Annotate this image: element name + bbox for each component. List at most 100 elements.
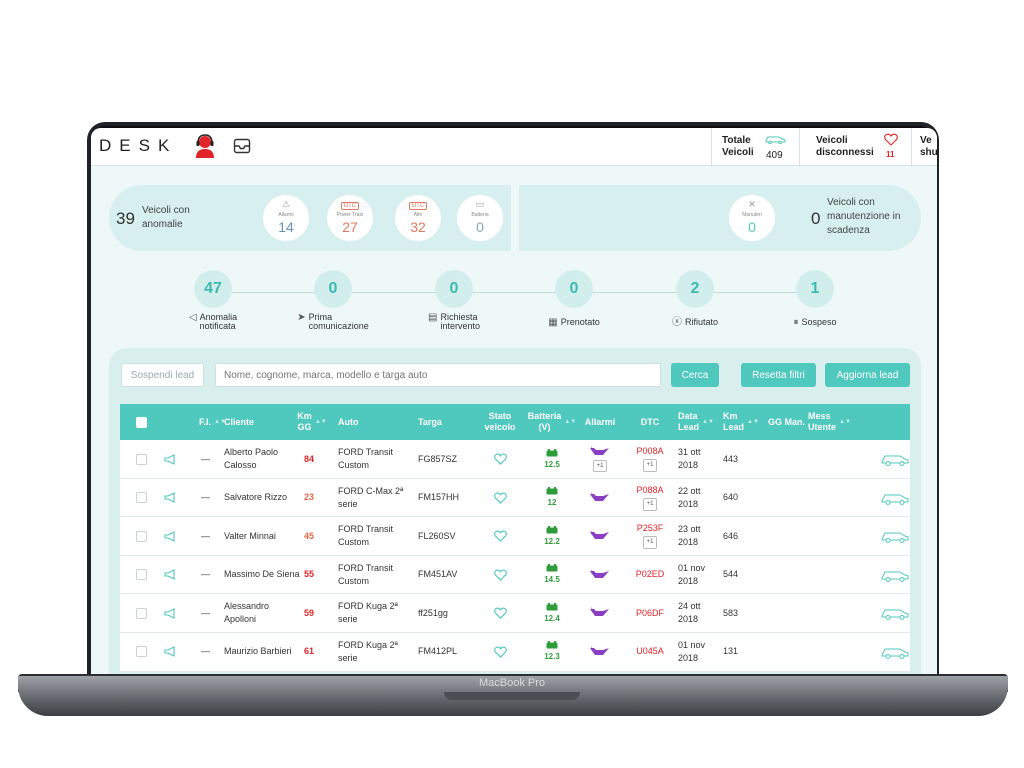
heart-icon[interactable] [480, 633, 520, 671]
cell-km-lead: 544 [723, 569, 739, 580]
cell-cliente[interactable]: Massimo De Siena [224, 556, 304, 594]
megaphone-icon[interactable] [164, 556, 177, 594]
circle-altri[interactable]: DTC Altri 32 [395, 195, 441, 241]
cell-auto: FORD Transit Custom [338, 556, 416, 594]
support-agent-icon[interactable] [194, 133, 216, 159]
cell-allarmi[interactable]: ! [580, 517, 620, 555]
car-icon[interactable] [880, 594, 910, 632]
row-checkbox[interactable] [136, 440, 147, 478]
cell-cliente[interactable]: Alessandro Apolloni [224, 594, 304, 632]
cell-allarmi[interactable]: ! [580, 479, 620, 517]
header-stato-veicolo[interactable]: Stato veicolo [480, 404, 520, 440]
step-count: 1 [796, 270, 834, 308]
heart-icon[interactable] [480, 556, 520, 594]
row-checkbox[interactable] [136, 633, 147, 671]
megaphone-icon[interactable] [164, 440, 177, 478]
header-data-lead[interactable]: Data Lead ▲▼ [678, 404, 714, 440]
row-checkbox[interactable] [136, 517, 147, 555]
megaphone-icon[interactable] [164, 594, 177, 632]
battery-icon [546, 448, 558, 459]
circle-batteria[interactable]: ▭ Batteria 0 [457, 195, 503, 241]
table-row[interactable]: — Alberto Paolo Calosso 84 FORD Transit Custo… [120, 440, 910, 479]
heart-icon[interactable] [480, 479, 520, 517]
maintenance-label-line1: Veicoli con [827, 197, 875, 208]
header-dtc[interactable]: DTC [630, 404, 670, 440]
inbox-icon[interactable] [233, 137, 251, 155]
car-icon[interactable] [880, 633, 910, 671]
car-icon[interactable] [880, 556, 910, 594]
circle-power-train[interactable]: DTC Power Train 27 [327, 195, 373, 241]
table-row[interactable]: — Valter Minnai 45 FORD Transit Custom FL260S… [120, 517, 910, 556]
select-all-checkbox[interactable] [136, 404, 147, 440]
stat-totale-veicoli[interactable]: Totale Veicoli 409 [711, 128, 799, 166]
date-line: 23 ott [678, 524, 701, 535]
table-row[interactable]: — Massimo De Siena 55 FORD Transit Custom FM4… [120, 556, 910, 595]
oil-alarm-icon: ! [589, 647, 611, 658]
cell-allarmi[interactable]: ! [580, 633, 620, 671]
car-icon[interactable] [880, 517, 910, 555]
row-checkbox[interactable] [136, 594, 147, 632]
reset-filters-button[interactable]: Resetta filtri [741, 363, 816, 387]
stat-label: Veicoli [722, 147, 754, 158]
header-label: (V) [538, 422, 551, 432]
cell-allarmi[interactable]: ! +1 [580, 440, 620, 478]
table-row[interactable]: — Alessandro Apolloni 59 FORD Kuga 2ª serie ff… [120, 594, 910, 633]
header-gg-man[interactable]: GG Man. [768, 404, 805, 440]
circle-value: 32 [410, 219, 426, 235]
stat-truncated[interactable]: Ve shu [911, 128, 937, 166]
more-dtc-badge[interactable]: +1 [642, 459, 658, 472]
table-row[interactable]: — Salvatore Rizzo 23 FORD C-Max 2ª serie FM15… [120, 479, 910, 518]
header-targa[interactable]: Targa [418, 404, 442, 440]
header-label: Lead [678, 422, 700, 432]
header-label: F.I. [199, 416, 212, 427]
cell-cliente[interactable]: Alberto Paolo Calosso [224, 440, 304, 478]
megaphone-icon[interactable] [164, 517, 177, 555]
stat-veicoli-disconnessi[interactable]: Veicoli disconnessi 11 [799, 128, 911, 166]
cell-cliente[interactable]: Salvatore Rizzo [224, 479, 304, 517]
megaphone-icon[interactable] [164, 633, 177, 671]
search-input[interactable] [215, 363, 661, 387]
header-cliente[interactable]: Cliente [224, 404, 254, 440]
heart-icon[interactable] [480, 594, 520, 632]
dtc-icon: DTC [395, 199, 441, 211]
table-row[interactable]: — Maurizio Barbieri 61 FORD Kuga 2ª serie FM4… [120, 633, 910, 672]
cell-dtc[interactable]: P06DF [630, 594, 670, 632]
circle-manutenzione[interactable]: ✕ Manuten 0 [729, 195, 775, 241]
update-lead-button[interactable]: Aggiorna lead [825, 363, 910, 387]
dtc-icon-text: DTC [408, 202, 428, 210]
suspend-lead-button[interactable]: Sospendi lead [121, 363, 204, 387]
more-dtc-badge[interactable]: +1 [642, 497, 658, 511]
car-icon[interactable] [880, 479, 910, 517]
cell-dtc[interactable]: P008A +1 [630, 440, 670, 478]
cell-km-lead: 640 [723, 492, 739, 503]
cell-km-lead: 583 [723, 607, 739, 618]
heart-icon[interactable] [480, 517, 520, 555]
cell-dtc[interactable]: P088A +1 [630, 479, 670, 517]
maintenance-label: Veicoli con manutenzione in scadenza [827, 196, 900, 238]
row-checkbox[interactable] [136, 556, 147, 594]
megaphone-icon[interactable] [164, 479, 177, 517]
header-fi[interactable]: F.I. ▲▼ [199, 404, 226, 440]
step-label: Sospeso [801, 317, 837, 327]
more-dtc-badge[interactable]: +1 [642, 536, 658, 550]
more-alarms-badge[interactable]: +1 [592, 460, 608, 472]
cell-dtc[interactable]: P02ED [630, 556, 670, 594]
header-mess-utente[interactable]: Mess Utente ▲▼ [808, 404, 851, 440]
cell-cliente[interactable]: Valter Minnai [224, 517, 304, 555]
cell-dtc[interactable]: P253F +1 [630, 517, 670, 555]
car-icon[interactable] [880, 440, 910, 478]
app-logo[interactable]: DESK [99, 136, 177, 156]
row-checkbox[interactable] [136, 479, 147, 517]
search-button[interactable]: Cerca [671, 363, 719, 387]
header-km-lead[interactable]: Km Lead ▲▼ [723, 404, 759, 440]
heart-icon[interactable] [480, 440, 520, 478]
header-allarmi[interactable]: Allarmi [580, 404, 620, 440]
header-auto[interactable]: Auto [338, 404, 359, 440]
header-batteria[interactable]: Batteria (V) ▲▼ [528, 404, 576, 440]
cell-allarmi[interactable]: ! [580, 594, 620, 632]
cell-cliente[interactable]: Maurizio Barbieri [224, 633, 304, 671]
header-km-gg[interactable]: Km GG ▲▼ [297, 404, 326, 440]
circle-allarmi[interactable]: ⚠ Allarmi 14 [263, 195, 309, 241]
cell-dtc[interactable]: U045A [630, 633, 670, 671]
cell-allarmi[interactable]: ! [580, 556, 620, 594]
